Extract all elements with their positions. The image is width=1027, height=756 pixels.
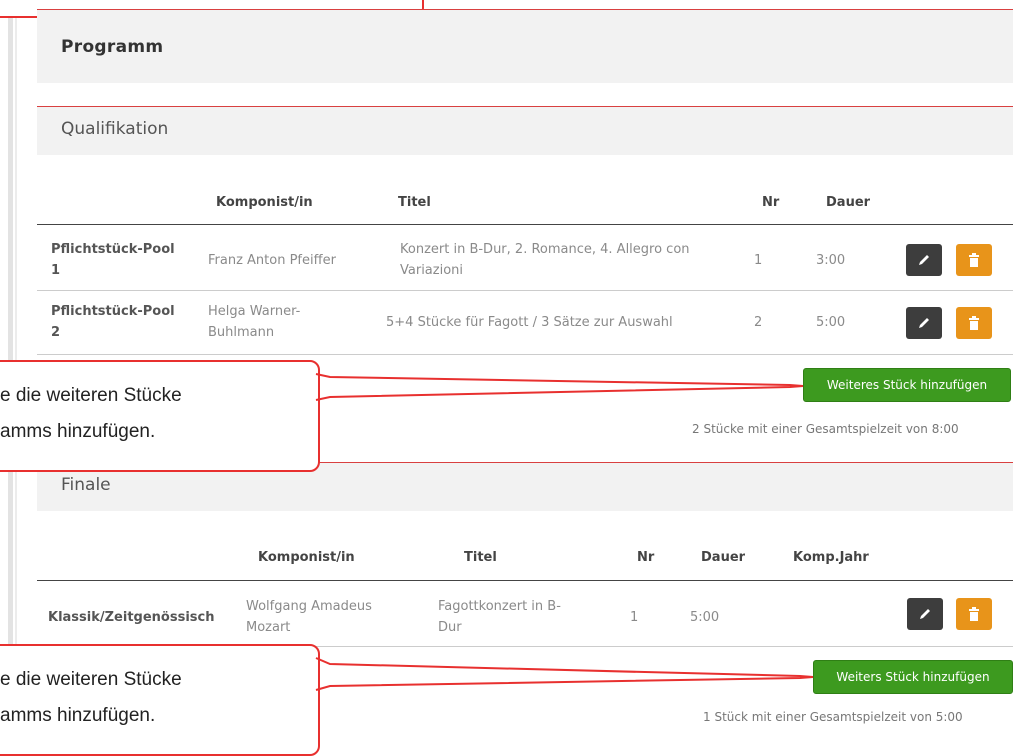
leader-line bbox=[315, 657, 814, 678]
leader-line bbox=[315, 385, 804, 401]
leader-line bbox=[315, 373, 804, 387]
leader-line bbox=[315, 676, 814, 691]
annotation-leader-lines bbox=[315, 373, 814, 691]
